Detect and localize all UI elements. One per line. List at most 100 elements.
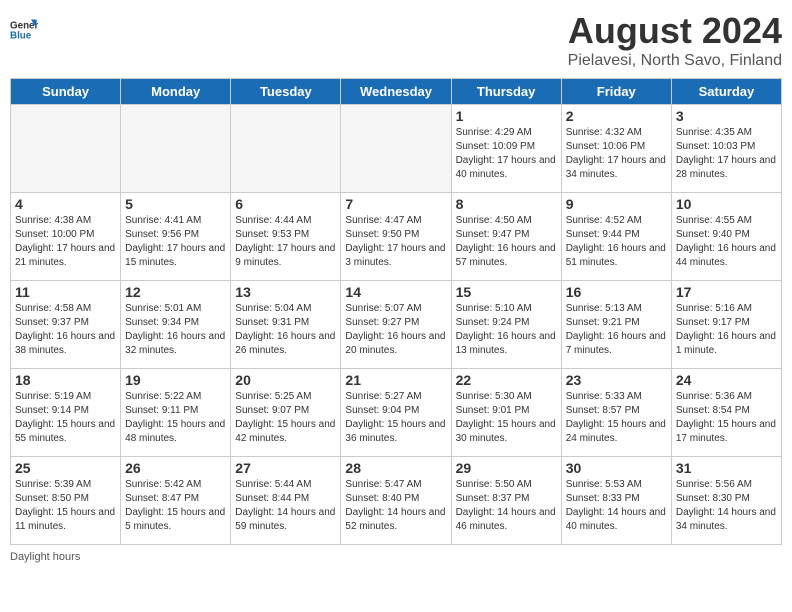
- day-number: 22: [456, 372, 557, 388]
- day-number: 7: [345, 196, 446, 212]
- calendar-cell: 19 Sunrise: 5:22 AM Sunset: 9:11 PM Dayli…: [121, 369, 231, 457]
- calendar-cell: 15Sunrise: 5:10 AM Sunset: 9:24 PM Dayli…: [451, 281, 561, 369]
- logo: General Blue: [10, 16, 38, 44]
- title-area: August 2024 Pielavesi, North Savo, Finla…: [568, 10, 782, 70]
- day-info: Sunrise: 4:35 AM Sunset: 10:03 PM Daylig…: [676, 126, 777, 182]
- day-info: Sunrise: 5:33 AM Sunset: 8:57 PM Dayligh…: [566, 390, 667, 446]
- calendar-table: SundayMondayTuesdayWednesdayThursdayFrid…: [10, 78, 782, 545]
- calendar-cell: 28 Sunrise: 5:47 AM Sunset: 8:40 PM Dayli…: [341, 457, 451, 545]
- day-info: Sunrise: 4:38 AM Sunset: 10:00 PM Daylig…: [15, 214, 116, 270]
- day-info: Sunrise: 4:58 AM Sunset: 9:37 PM Dayligh…: [15, 302, 116, 358]
- day-number: 16: [566, 284, 667, 300]
- day-header-sunday: Sunday: [11, 79, 121, 105]
- day-info: Sunrise: 4:32 AM Sunset: 10:06 PM Daylig…: [566, 126, 667, 182]
- day-header-friday: Friday: [561, 79, 671, 105]
- calendar-cell: 5Sunrise: 4:41 AM Sunset: 9:56 PM Daylig…: [121, 193, 231, 281]
- day-header-saturday: Saturday: [671, 79, 781, 105]
- week-row-2: 4 Sunrise: 4:38 AM Sunset: 10:00 PM Dayli…: [11, 193, 782, 281]
- calendar-cell: 27 Sunrise: 5:44 AM Sunset: 8:44 PM Dayli…: [231, 457, 341, 545]
- day-number: 25: [15, 460, 116, 476]
- calendar-cell: 23 Sunrise: 5:33 AM Sunset: 8:57 PM Dayli…: [561, 369, 671, 457]
- day-number: 24: [676, 372, 777, 388]
- calendar-cell: 26 Sunrise: 5:42 AM Sunset: 8:47 PM Dayli…: [121, 457, 231, 545]
- calendar-cell: 1Sunrise: 4:29 AM Sunset: 10:09 PM Dayli…: [451, 105, 561, 193]
- calendar-cell: 9Sunrise: 4:52 AM Sunset: 9:44 PM Daylig…: [561, 193, 671, 281]
- day-header-tuesday: Tuesday: [231, 79, 341, 105]
- sub-title: Pielavesi, North Savo, Finland: [568, 52, 782, 70]
- calendar-cell: 22 Sunrise: 5:30 AM Sunset: 9:01 PM Dayli…: [451, 369, 561, 457]
- day-info: Sunrise: 5:25 AM Sunset: 9:07 PM Dayligh…: [235, 390, 336, 446]
- calendar-cell: 31 Sunrise: 5:56 AM Sunset: 8:30 PM Dayli…: [671, 457, 781, 545]
- day-header-thursday: Thursday: [451, 79, 561, 105]
- days-header-row: SundayMondayTuesdayWednesdayThursdayFrid…: [11, 79, 782, 105]
- calendar-cell: 2 Sunrise: 4:32 AM Sunset: 10:06 PM Dayli…: [561, 105, 671, 193]
- day-info: Sunrise: 5:22 AM Sunset: 9:11 PM Dayligh…: [125, 390, 226, 446]
- day-info: Sunrise: 5:53 AM Sunset: 8:33 PM Dayligh…: [566, 478, 667, 534]
- day-info: Sunrise: 5:50 AM Sunset: 8:37 PM Dayligh…: [456, 478, 557, 534]
- day-number: 8: [456, 196, 557, 212]
- day-info: Sunrise: 5:07 AM Sunset: 9:27 PM Dayligh…: [345, 302, 446, 358]
- day-info: Sunrise: 5:30 AM Sunset: 9:01 PM Dayligh…: [456, 390, 557, 446]
- day-number: 19: [125, 372, 226, 388]
- week-row-1: 1Sunrise: 4:29 AM Sunset: 10:09 PM Dayli…: [11, 105, 782, 193]
- day-info: Sunrise: 4:44 AM Sunset: 9:53 PM Dayligh…: [235, 214, 336, 270]
- day-info: Sunrise: 5:36 AM Sunset: 8:54 PM Dayligh…: [676, 390, 777, 446]
- calendar-cell: 11 Sunrise: 4:58 AM Sunset: 9:37 PM Dayli…: [11, 281, 121, 369]
- calendar-cell: 17Sunrise: 5:16 AM Sunset: 9:17 PM Dayli…: [671, 281, 781, 369]
- day-info: Sunrise: 4:52 AM Sunset: 9:44 PM Dayligh…: [566, 214, 667, 270]
- week-row-5: 25 Sunrise: 5:39 AM Sunset: 8:50 PM Dayli…: [11, 457, 782, 545]
- header: General Blue August 2024 Pielavesi, Nort…: [10, 10, 782, 70]
- day-number: 13: [235, 284, 336, 300]
- day-info: Sunrise: 5:27 AM Sunset: 9:04 PM Dayligh…: [345, 390, 446, 446]
- svg-text:Blue: Blue: [10, 30, 32, 41]
- day-number: 11: [15, 284, 116, 300]
- day-info: Sunrise: 5:04 AM Sunset: 9:31 PM Dayligh…: [235, 302, 336, 358]
- calendar-cell: 7 Sunrise: 4:47 AM Sunset: 9:50 PM Daylig…: [341, 193, 451, 281]
- calendar-cell: 16 Sunrise: 5:13 AM Sunset: 9:21 PM Dayli…: [561, 281, 671, 369]
- day-info: Sunrise: 5:39 AM Sunset: 8:50 PM Dayligh…: [15, 478, 116, 534]
- day-number: 10: [676, 196, 777, 212]
- calendar-cell: 20 Sunrise: 5:25 AM Sunset: 9:07 PM Dayli…: [231, 369, 341, 457]
- day-info: Sunrise: 5:47 AM Sunset: 8:40 PM Dayligh…: [345, 478, 446, 534]
- day-number: 1: [456, 108, 557, 124]
- day-number: 6: [235, 196, 336, 212]
- day-info: Sunrise: 4:47 AM Sunset: 9:50 PM Dayligh…: [345, 214, 446, 270]
- day-number: 4: [15, 196, 116, 212]
- day-info: Sunrise: 4:50 AM Sunset: 9:47 PM Dayligh…: [456, 214, 557, 270]
- day-number: 29: [456, 460, 557, 476]
- calendar-cell: [231, 105, 341, 193]
- calendar-cell: [11, 105, 121, 193]
- day-number: 17: [676, 284, 777, 300]
- calendar-cell: 29 Sunrise: 5:50 AM Sunset: 8:37 PM Dayli…: [451, 457, 561, 545]
- day-info: Sunrise: 5:19 AM Sunset: 9:14 PM Dayligh…: [15, 390, 116, 446]
- day-info: Sunrise: 5:42 AM Sunset: 8:47 PM Dayligh…: [125, 478, 226, 534]
- day-info: Sunrise: 5:13 AM Sunset: 9:21 PM Dayligh…: [566, 302, 667, 358]
- day-number: 3: [676, 108, 777, 124]
- day-number: 14: [345, 284, 446, 300]
- calendar-cell: 3 Sunrise: 4:35 AM Sunset: 10:03 PM Dayli…: [671, 105, 781, 193]
- calendar-cell: [341, 105, 451, 193]
- day-info: Sunrise: 4:41 AM Sunset: 9:56 PM Dayligh…: [125, 214, 226, 270]
- calendar-cell: [121, 105, 231, 193]
- day-info: Sunrise: 5:56 AM Sunset: 8:30 PM Dayligh…: [676, 478, 777, 534]
- day-header-monday: Monday: [121, 79, 231, 105]
- day-info: Sunrise: 5:44 AM Sunset: 8:44 PM Dayligh…: [235, 478, 336, 534]
- day-number: 20: [235, 372, 336, 388]
- week-row-3: 11 Sunrise: 4:58 AM Sunset: 9:37 PM Dayli…: [11, 281, 782, 369]
- calendar-cell: 12Sunrise: 5:01 AM Sunset: 9:34 PM Dayli…: [121, 281, 231, 369]
- calendar-cell: 13 Sunrise: 5:04 AM Sunset: 9:31 PM Dayli…: [231, 281, 341, 369]
- calendar-cell: 10Sunrise: 4:55 AM Sunset: 9:40 PM Dayli…: [671, 193, 781, 281]
- day-number: 23: [566, 372, 667, 388]
- footer-note: Daylight hours: [10, 551, 782, 563]
- calendar-cell: 6 Sunrise: 4:44 AM Sunset: 9:53 PM Daylig…: [231, 193, 341, 281]
- day-number: 18: [15, 372, 116, 388]
- calendar-cell: 18 Sunrise: 5:19 AM Sunset: 9:14 PM Dayli…: [11, 369, 121, 457]
- day-number: 26: [125, 460, 226, 476]
- day-number: 15: [456, 284, 557, 300]
- day-number: 2: [566, 108, 667, 124]
- day-number: 27: [235, 460, 336, 476]
- day-number: 28: [345, 460, 446, 476]
- calendar-cell: 21Sunrise: 5:27 AM Sunset: 9:04 PM Dayli…: [341, 369, 451, 457]
- day-number: 31: [676, 460, 777, 476]
- calendar-body: 1Sunrise: 4:29 AM Sunset: 10:09 PM Dayli…: [11, 105, 782, 545]
